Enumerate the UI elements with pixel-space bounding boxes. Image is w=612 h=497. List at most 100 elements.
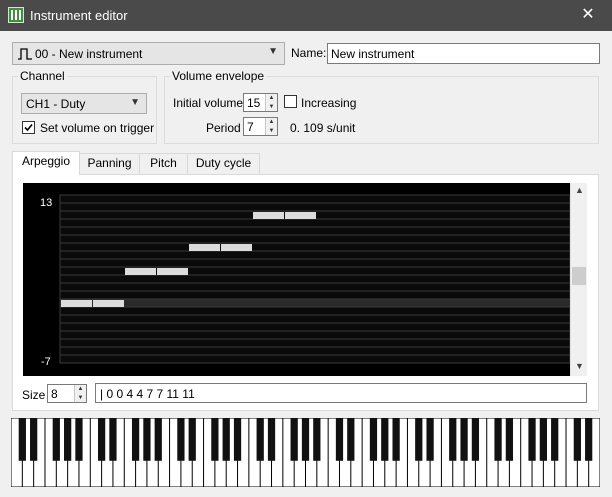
instrument-select-value: 00 - New instrument — [35, 47, 143, 61]
close-icon[interactable]: ✕ — [578, 5, 598, 25]
piano-black-key[interactable] — [211, 418, 219, 461]
piano-black-key[interactable] — [75, 418, 83, 461]
piano-black-key[interactable] — [369, 418, 378, 461]
spin-up-icon[interactable]: ▲ — [75, 385, 86, 394]
set-volume-checkbox[interactable] — [22, 121, 35, 134]
arpeggio-step[interactable] — [189, 244, 220, 251]
pulse-wave-icon — [18, 48, 32, 60]
arpeggio-graph[interactable]: 13 -7 — [23, 183, 570, 376]
piano-black-key[interactable] — [381, 418, 389, 461]
arpeggio-step[interactable] — [125, 268, 156, 275]
scrollbar-thumb[interactable] — [572, 267, 586, 285]
arpeggio-step[interactable] — [93, 300, 124, 307]
piano-black-key[interactable] — [528, 418, 536, 461]
piano-black-key[interactable] — [539, 418, 547, 461]
arpeggio-max-label: 13 — [40, 197, 52, 209]
period-rate: 0. 109 s/unit — [290, 121, 356, 135]
spin-buttons[interactable]: ▲ ▼ — [265, 118, 277, 135]
grid-row — [59, 274, 570, 284]
tab-duty-cycle[interactable]: Duty cycle — [187, 153, 260, 174]
piano-black-key[interactable] — [585, 418, 593, 461]
piano-black-key[interactable] — [143, 418, 151, 461]
piano-black-key[interactable] — [97, 418, 106, 461]
size-spinbox[interactable]: 8 ▲ ▼ — [47, 384, 87, 403]
piano-black-key[interactable] — [551, 418, 559, 461]
piano-black-key[interactable] — [471, 418, 480, 461]
grid-row — [59, 202, 570, 212]
spin-down-icon[interactable]: ▼ — [266, 103, 277, 112]
arpeggio-scrollbar[interactable]: ▲ ▼ — [570, 183, 587, 376]
arpeggio-grid[interactable]: 13 -7 — [23, 183, 570, 376]
arpeggio-step[interactable] — [221, 244, 252, 251]
scroll-down-icon[interactable]: ▼ — [575, 361, 584, 371]
grid-row — [59, 258, 570, 268]
chevron-down-icon: ▼ — [268, 46, 278, 57]
increasing-checkbox[interactable] — [284, 95, 297, 108]
grid-row — [59, 322, 570, 332]
piano-black-key[interactable] — [505, 418, 514, 461]
period-value: 7 — [247, 120, 254, 134]
grid-row — [59, 338, 570, 348]
piano-keyboard[interactable] — [11, 418, 600, 487]
spin-buttons[interactable]: ▲ ▼ — [265, 94, 277, 111]
initial-volume-label: Initial volume — [173, 96, 244, 110]
piano-black-key[interactable] — [426, 418, 434, 461]
grid-row — [59, 250, 570, 260]
piano-black-key[interactable] — [131, 418, 140, 461]
piano-black-key[interactable] — [392, 418, 400, 461]
piano-black-key[interactable] — [335, 418, 344, 461]
grid-row — [59, 290, 570, 300]
grid-row — [59, 218, 570, 228]
piano-black-key[interactable] — [290, 418, 298, 461]
piano-black-key[interactable] — [177, 418, 185, 461]
spin-down-icon[interactable]: ▼ — [266, 127, 277, 136]
piano-black-key[interactable] — [30, 418, 38, 461]
piano-black-key[interactable] — [256, 418, 264, 461]
spin-down-icon[interactable]: ▼ — [75, 394, 86, 403]
piano-black-key[interactable] — [415, 418, 423, 461]
tab-panning[interactable]: Panning — [79, 153, 140, 174]
tab-pitch[interactable]: Pitch — [139, 153, 188, 174]
piano-black-key[interactable] — [109, 418, 117, 461]
sequence-value: | 0 0 4 4 7 7 11 11 — [100, 387, 195, 401]
arpeggio-step[interactable] — [253, 212, 284, 219]
piano-black-key[interactable] — [222, 418, 230, 461]
piano-black-key[interactable] — [233, 418, 242, 461]
arpeggio-min-label: -7 — [41, 356, 51, 368]
piano-black-key[interactable] — [449, 418, 457, 461]
name-input[interactable]: New instrument — [327, 43, 600, 64]
piano-black-key[interactable] — [301, 418, 310, 461]
sequence-input[interactable]: | 0 0 4 4 7 7 11 11 — [95, 383, 587, 403]
title-bar: Instrument editor ✕ — [0, 0, 612, 31]
arpeggio-step[interactable] — [285, 212, 316, 219]
piano-black-key[interactable] — [267, 418, 276, 461]
piano-black-key[interactable] — [52, 418, 60, 461]
spin-up-icon[interactable]: ▲ — [266, 94, 277, 103]
arpeggio-step[interactable] — [157, 268, 188, 275]
grid-row — [59, 346, 570, 356]
arpeggio-step[interactable] — [61, 300, 92, 307]
piano-black-key[interactable] — [188, 418, 196, 461]
period-spinbox[interactable]: 7 ▲ ▼ — [243, 117, 278, 136]
channel-select[interactable]: CH1 - Duty ▼ — [21, 93, 147, 114]
piano-black-key[interactable] — [573, 418, 581, 461]
grid-row — [59, 234, 570, 244]
channel-select-value: CH1 - Duty — [26, 97, 86, 111]
piano-black-key[interactable] — [460, 418, 468, 461]
initial-volume-spinbox[interactable]: 15 ▲ ▼ — [243, 93, 278, 112]
piano-black-key[interactable] — [154, 418, 162, 461]
spin-up-icon[interactable]: ▲ — [266, 118, 277, 127]
instrument-select[interactable]: 00 - New instrument ▼ — [12, 42, 285, 65]
grid-row — [59, 242, 570, 252]
piano-black-key[interactable] — [347, 418, 355, 461]
piano-black-key[interactable] — [18, 418, 26, 461]
piano-black-key[interactable] — [313, 418, 321, 461]
piano-black-key[interactable] — [64, 418, 72, 461]
piano-black-key[interactable] — [494, 418, 502, 461]
name-input-value: New instrument — [331, 47, 415, 61]
tab-arpeggio[interactable]: Arpeggio — [12, 151, 80, 175]
piano-keys[interactable] — [11, 418, 600, 487]
scroll-up-icon[interactable]: ▲ — [575, 185, 584, 195]
spin-buttons[interactable]: ▲ ▼ — [74, 385, 86, 402]
window-title: Instrument editor — [30, 8, 128, 23]
